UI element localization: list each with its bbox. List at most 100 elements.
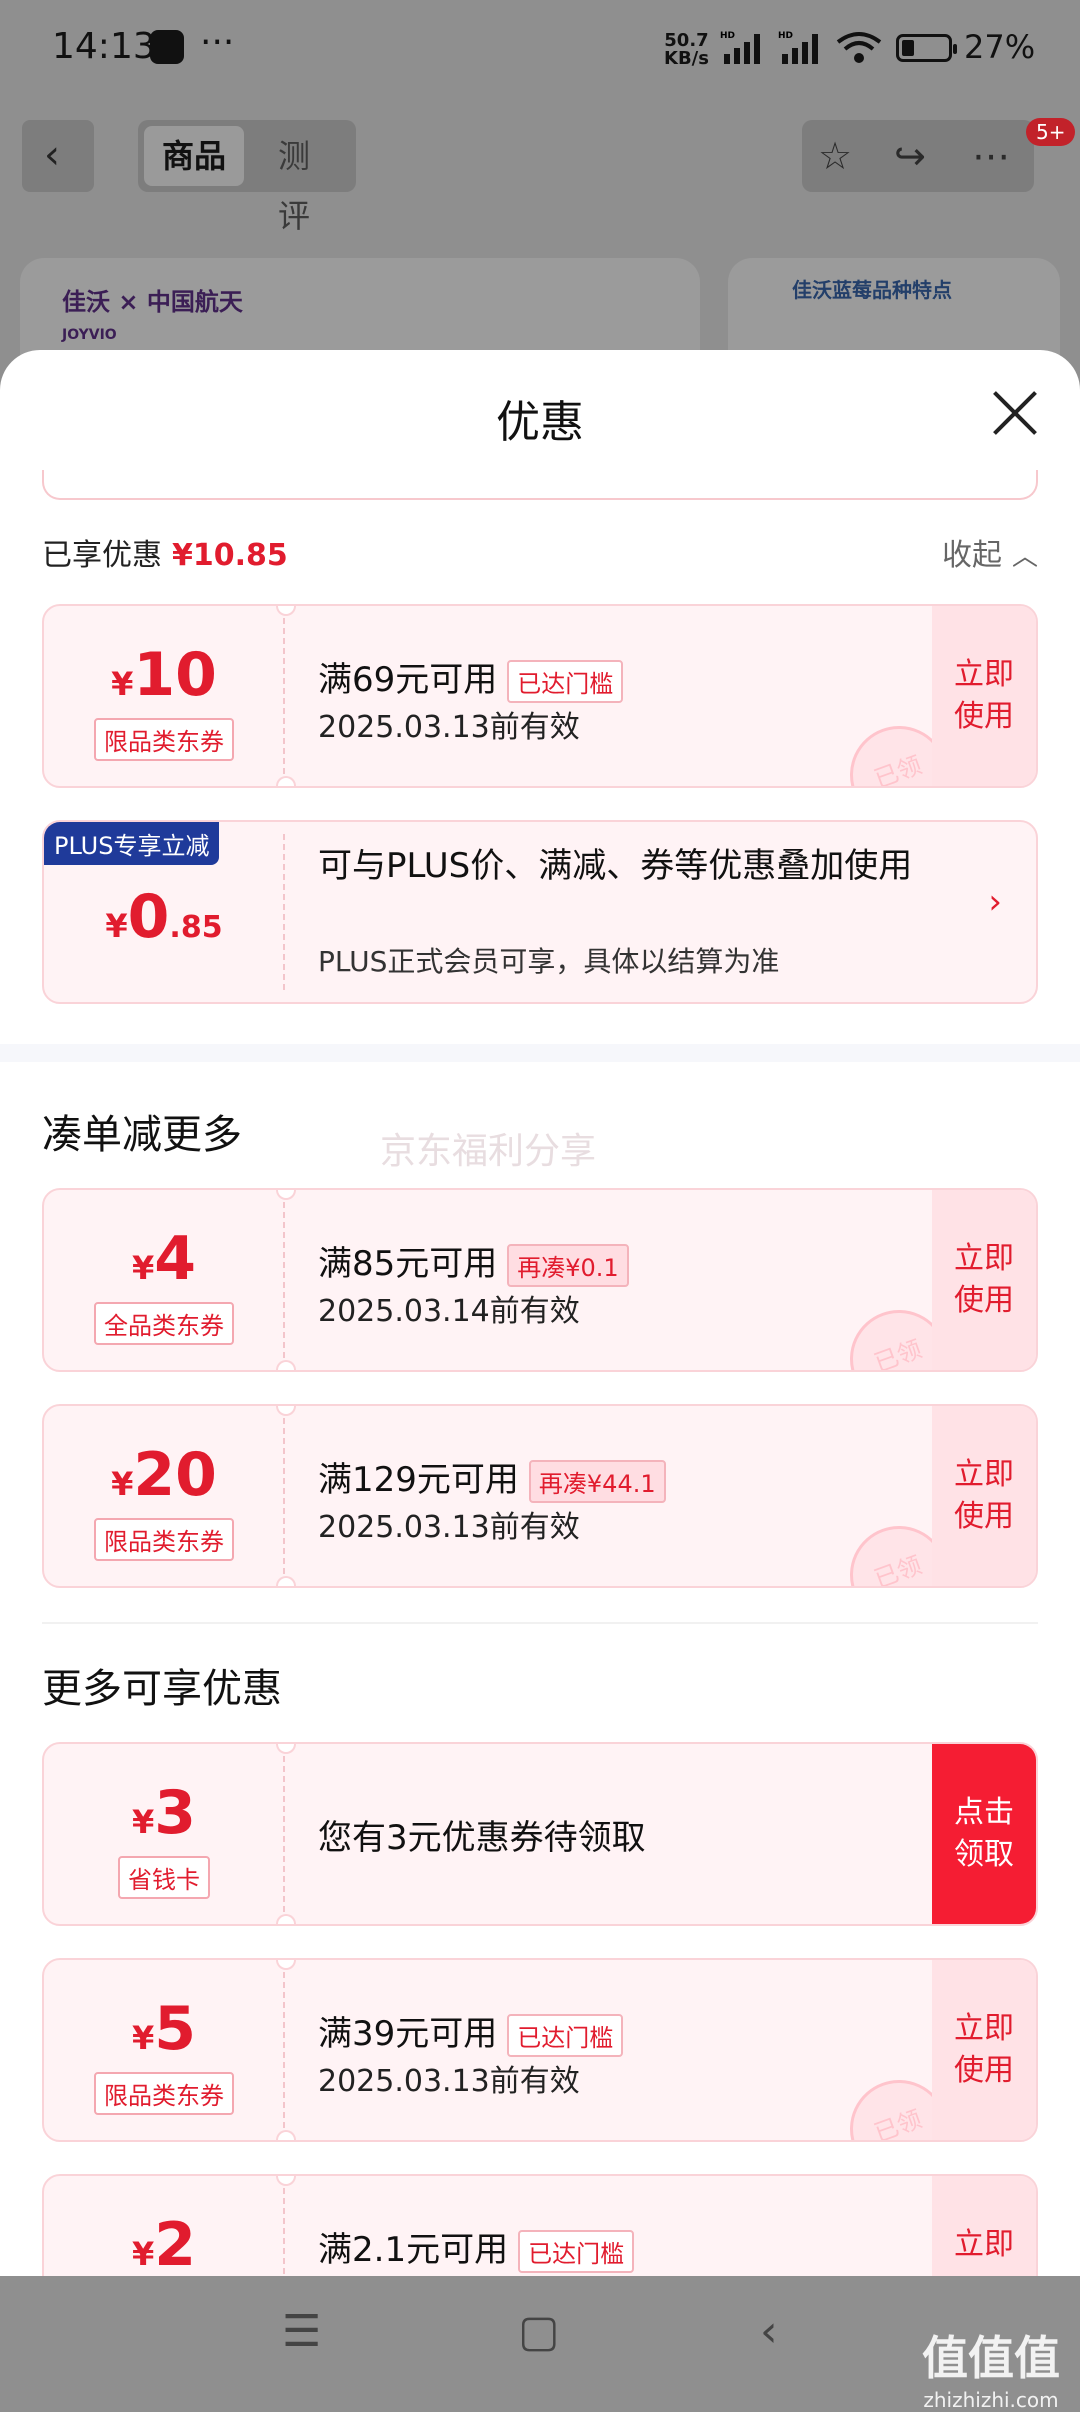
use-now-line1: 立即 bbox=[954, 1457, 1014, 1492]
coupon-condition: 满129元可用 再凑¥44.1 bbox=[318, 1452, 666, 1503]
threshold-tag: 已达门槛 bbox=[507, 660, 624, 703]
coupon-card: ¥20 限品类东券 满129元可用 再凑¥44.1 2025.03.13前有效 已… bbox=[42, 1404, 1038, 1588]
claim-line1: 点击 bbox=[954, 1795, 1014, 1830]
coupon-divider bbox=[283, 1972, 285, 2128]
plus-amount-dec: .85 bbox=[169, 910, 223, 945]
use-now-line1: 立即 bbox=[954, 1241, 1014, 1276]
coupon-divider bbox=[283, 618, 285, 774]
use-now-line2: 使用 bbox=[954, 1499, 1014, 1534]
coupon-yen: ¥ bbox=[131, 1249, 155, 1287]
use-now-button[interactable]: 立即 使用 bbox=[932, 1960, 1036, 2140]
brand-logo: 佳沃 × 中国航天 JOYVIO bbox=[62, 282, 243, 345]
coupon-value: ¥2 bbox=[44, 2176, 284, 2280]
coupon-expiry: 2025.03.13前有效 bbox=[318, 710, 580, 745]
coupon-card: ¥2 满2.1元可用 已达门槛 立即 bbox=[42, 2174, 1038, 2280]
battery-percent: 27% bbox=[964, 28, 1036, 66]
tab-review[interactable]: 测评 bbox=[260, 126, 356, 235]
site-watermark: 值值值 zhizhizhi.com bbox=[922, 2322, 1060, 2412]
chevron-up-icon: ︿ bbox=[1011, 542, 1038, 572]
close-icon[interactable] bbox=[990, 388, 1040, 438]
watermark-text: 京东福利分享 bbox=[380, 1131, 597, 1172]
use-now-line1: 立即 bbox=[954, 2227, 1014, 2262]
coupon-condition-text: 满39元可用 bbox=[318, 2014, 498, 2054]
top-up-tag: 再凑¥44.1 bbox=[528, 1460, 666, 1503]
star-icon[interactable]: ☆ bbox=[818, 134, 852, 178]
more-icon[interactable]: ⋯ bbox=[972, 134, 1010, 178]
use-now-button[interactable]: 立即 使用 bbox=[932, 1406, 1036, 1586]
coupon-price: ¥3 bbox=[44, 1778, 284, 1848]
coupon-divider bbox=[283, 1418, 285, 1574]
coupon-value: ¥5 限品类东券 bbox=[44, 1960, 284, 2140]
coupon-value: ¥20 限品类东券 bbox=[44, 1406, 284, 1586]
feature-card-title: 佳沃蓝莓品种特点 bbox=[792, 278, 952, 302]
coupon-expiry: 2025.03.13前有效 bbox=[318, 1510, 580, 1545]
coupon-expiry: 2025.03.14前有效 bbox=[318, 1294, 580, 1329]
coupon-divider bbox=[283, 1202, 285, 1358]
coupon-card: ¥3 省钱卡 您有3元优惠券待领取 点击 领取 bbox=[42, 1742, 1038, 1926]
coupon-condition-text: 满2.1元可用 bbox=[318, 2230, 509, 2270]
share-icon[interactable]: ↪ bbox=[894, 134, 926, 178]
chevron-right-icon: › bbox=[988, 882, 1002, 922]
coupon-condition: 满39元可用 已达门槛 bbox=[318, 2006, 624, 2057]
previous-card-edge bbox=[42, 470, 1038, 500]
discount-sheet: 优惠 已享优惠 ¥10.85 收起 ︿ ¥10 限品类东券 满69元可用 已达门槛 2… bbox=[0, 350, 1080, 2280]
network-speed-unit: KB/s bbox=[664, 48, 709, 69]
coupon-amount: 2 bbox=[154, 2210, 196, 2280]
collapse-label: 收起 bbox=[941, 538, 1002, 573]
use-now-button[interactable]: 立即 使用 bbox=[932, 1190, 1036, 1370]
coupon-type-tag: 省钱卡 bbox=[118, 1856, 210, 1899]
clock-app-icon bbox=[150, 30, 184, 64]
signal-icon-2: HD bbox=[778, 31, 818, 64]
plus-price: ¥0.85 bbox=[44, 882, 284, 952]
plus-note: PLUS正式会员可享，具体以结算为准 bbox=[318, 945, 780, 978]
system-nav-bar: ☰ ▢ ‹ bbox=[0, 2276, 1080, 2400]
coupon-amount: 4 bbox=[154, 1224, 196, 1294]
coupon-value: ¥3 省钱卡 bbox=[44, 1744, 284, 1924]
coupon-value: ¥4 全品类东券 bbox=[44, 1190, 284, 1370]
coupon-expiry: 2025.03.13前有效 bbox=[318, 2064, 580, 2099]
coupon-notch bbox=[276, 1360, 296, 1370]
back-button[interactable]: ‹ bbox=[22, 120, 94, 192]
coupon-notch bbox=[276, 776, 296, 786]
coupon-yen: ¥ bbox=[131, 1803, 155, 1841]
coupon-yen: ¥ bbox=[131, 2235, 155, 2273]
coupon-amount: 10 bbox=[133, 640, 217, 710]
tab-product[interactable]: 商品 bbox=[144, 126, 245, 186]
coupon-condition: 满85元可用 再凑¥0.1 bbox=[318, 1236, 629, 1287]
use-now-line1: 立即 bbox=[954, 2011, 1014, 2046]
status-more-dots: ··· bbox=[200, 22, 235, 63]
coupon-type-tag: 限品类东券 bbox=[94, 2072, 234, 2115]
coupon-divider bbox=[283, 2188, 285, 2280]
nav-back-icon[interactable]: ‹ bbox=[760, 2306, 778, 2357]
coupon-condition-text: 满85元可用 bbox=[318, 1244, 498, 1284]
menu-icon[interactable]: ☰ bbox=[282, 2306, 321, 2357]
coupon-amount: 20 bbox=[133, 1440, 217, 1510]
home-icon[interactable]: ▢ bbox=[518, 2306, 560, 2357]
brand-sub: JOYVIO bbox=[62, 327, 117, 343]
plus-badge: PLUS专享立减 bbox=[44, 822, 220, 865]
hd-label-2: HD bbox=[778, 31, 793, 41]
coupon-value: ¥10 限品类东券 bbox=[44, 606, 284, 786]
threshold-tag: 已达门槛 bbox=[518, 2230, 635, 2273]
coupon-amount: 5 bbox=[154, 1994, 196, 2064]
coupon-notch bbox=[276, 1576, 296, 1586]
coupon-notch bbox=[276, 2130, 296, 2140]
enjoyed-label: 已享优惠 bbox=[42, 538, 162, 573]
coupon-pending-text: 您有3元优惠券待领取 bbox=[318, 1818, 646, 1858]
use-now-button[interactable]: 立即 使用 bbox=[932, 606, 1036, 786]
coupon-yen: ¥ bbox=[131, 2019, 155, 2057]
plus-discount-card[interactable]: PLUS专享立减 ¥0.85 可与PLUS价、满减、券等优惠叠加使用 PLUS正… bbox=[42, 820, 1038, 1004]
use-now-line2: 使用 bbox=[954, 699, 1014, 734]
brand-name: 佳沃 × 中国航天 bbox=[62, 288, 243, 316]
watermark-url: zhizhizhi.com bbox=[923, 2388, 1059, 2412]
threshold-tag: 已达门槛 bbox=[507, 2014, 624, 2057]
collapse-button[interactable]: 收起 ︿ bbox=[942, 530, 1038, 574]
use-now-button[interactable]: 立即 bbox=[932, 2176, 1036, 2280]
enjoyed-amount: ¥10.85 bbox=[172, 538, 288, 573]
coupon-divider bbox=[283, 1756, 285, 1912]
section-divider bbox=[42, 1622, 1038, 1624]
claim-button[interactable]: 点击 领取 bbox=[932, 1744, 1036, 1924]
coupon-price: ¥4 bbox=[44, 1224, 284, 1294]
coupon-price: ¥5 bbox=[44, 1994, 284, 2064]
plus-amount-int: 0 bbox=[127, 882, 170, 952]
